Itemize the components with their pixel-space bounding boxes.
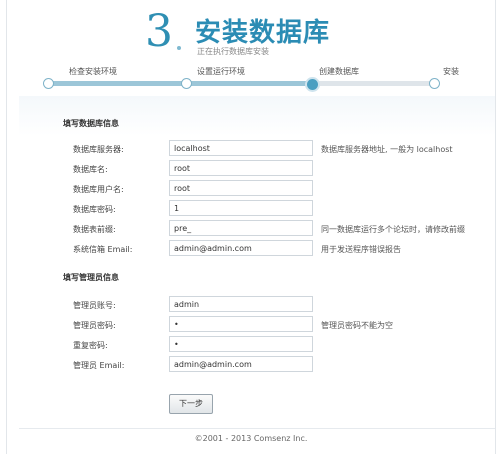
- field-admin-password: 管理员密码: • 管理员密码不能为空: [19, 316, 495, 334]
- step-dot-icon: [181, 78, 192, 89]
- field-label: 数据库服务器:: [73, 145, 124, 154]
- field-label: 管理员账号:: [73, 301, 116, 310]
- step-current-dot-icon: [305, 77, 320, 92]
- step-label: 安装: [443, 67, 459, 76]
- progress-steps: 检查安装环境 设置运行环境 创建数据库 安装: [7, 66, 495, 92]
- step-number: 3: [145, 6, 173, 57]
- step-label: 检查安装环境: [69, 67, 117, 76]
- system-email-input[interactable]: admin@admin.com: [169, 240, 313, 256]
- db-server-input[interactable]: localhost: [169, 140, 313, 156]
- step-dot-icon: [43, 78, 54, 89]
- step-label: 设置运行环境: [197, 67, 245, 76]
- field-hint: 用于发送程序错误报告: [321, 245, 401, 254]
- field-hint: 管理员密码不能为空: [321, 321, 393, 330]
- admin-account-input[interactable]: admin: [169, 296, 313, 312]
- field-hint: 同一数据库运行多个论坛时，请修改前缀: [321, 225, 465, 234]
- field-label: 数据库密码:: [73, 205, 116, 214]
- field-label: 系统信箱 Email:: [73, 245, 133, 254]
- page-subtitle: 正在执行数据库安装: [197, 47, 269, 56]
- field-db-user: 数据库用户名: root: [19, 180, 495, 198]
- repeat-password-input[interactable]: •: [169, 336, 313, 352]
- db-name-input[interactable]: root: [169, 160, 313, 176]
- db-password-input[interactable]: 1: [169, 200, 313, 216]
- field-label: 管理员 Email:: [73, 361, 125, 370]
- field-repeat-password: 重复密码: •: [19, 336, 495, 354]
- next-button[interactable]: 下一步: [169, 394, 213, 414]
- section-db-heading: 填写数据库信息: [63, 119, 119, 128]
- admin-email-input[interactable]: admin@admin.com: [169, 356, 313, 372]
- footer-divider: [19, 428, 495, 429]
- section-admin-heading: 填写管理员信息: [63, 273, 119, 282]
- field-admin-email: 管理员 Email: admin@admin.com: [19, 356, 495, 374]
- field-label: 数据表前缀:: [73, 225, 116, 234]
- field-db-password: 数据库密码: 1: [19, 200, 495, 218]
- field-system-email: 系统信箱 Email: admin@admin.com 用于发送程序错误报告: [19, 240, 495, 258]
- field-label: 数据库用户名:: [73, 185, 124, 194]
- field-hint: 数据库服务器地址, 一般为 localhost: [321, 145, 453, 154]
- step-label: 创建数据库: [319, 67, 359, 76]
- field-label: 重复密码:: [73, 341, 108, 350]
- installer-window: 3 安装数据库 正在执行数据库安装 检查安装环境 设置运行环境 创建数据库 安装…: [6, 0, 496, 454]
- step-number-dot: [177, 46, 181, 50]
- field-label: 数据库名:: [73, 165, 108, 174]
- step-dot-icon: [429, 78, 440, 89]
- field-db-name: 数据库名: root: [19, 160, 495, 178]
- admin-password-input[interactable]: •: [169, 316, 313, 332]
- install-form: 填写数据库信息 数据库服务器: localhost 数据库服务器地址, 一般为 …: [19, 96, 495, 426]
- page-title: 安装数据库: [195, 18, 331, 48]
- field-table-prefix: 数据表前缀: pre_ 同一数据库运行多个论坛时，请修改前缀: [19, 220, 495, 238]
- db-user-input[interactable]: root: [169, 180, 313, 196]
- table-prefix-input[interactable]: pre_: [169, 220, 313, 236]
- footer-copyright: ©2001 - 2013 Comsenz Inc.: [194, 434, 308, 443]
- field-label: 管理员密码:: [73, 321, 116, 330]
- field-admin-account: 管理员账号: admin: [19, 296, 495, 314]
- field-db-server: 数据库服务器: localhost 数据库服务器地址, 一般为 localhos…: [19, 140, 495, 158]
